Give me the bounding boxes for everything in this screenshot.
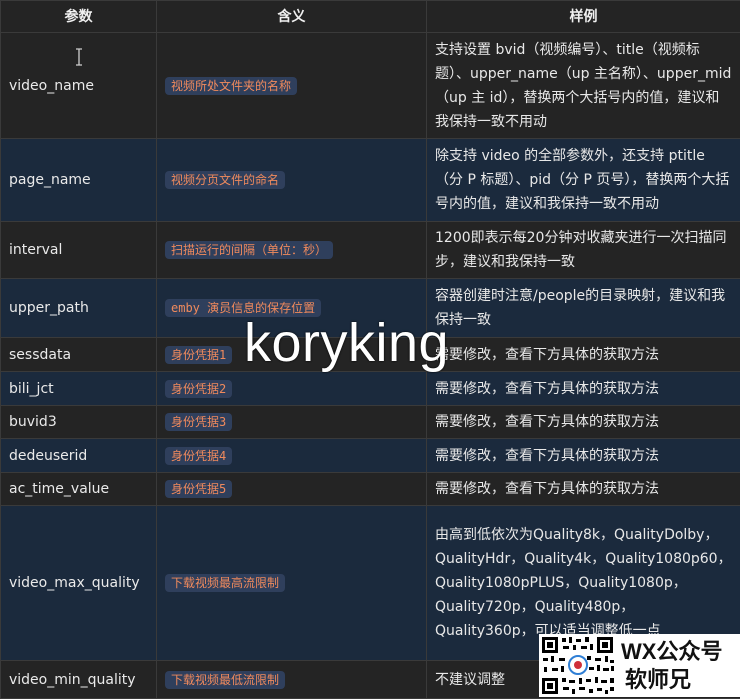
param-name: buvid3: [1, 406, 157, 439]
param-example: 支持设置 bvid（视频编号）、title（视频标题）、upper_name（u…: [427, 33, 740, 139]
param-name: video_max_quality: [1, 506, 157, 661]
table-row: video_name 视频所处文件夹的名称 支持设置 bvid（视频编号）、ti…: [1, 33, 740, 139]
text-cursor-icon: [74, 48, 84, 66]
brand-title: WX公众号: [621, 638, 740, 666]
param-example: 需要修改，查看下方具体的获取方法: [427, 406, 740, 439]
table-row: page_name 视频分页文件的命名 除支持 video 的全部参数外，还支持…: [1, 139, 740, 222]
header-meaning: 含义: [157, 1, 427, 33]
table-row: dedeuserid 身份凭据4 需要修改，查看下方具体的获取方法: [1, 439, 740, 473]
param-name: sessdata: [1, 338, 157, 372]
meaning-tag: 扫描运行的间隔（单位：秒）: [165, 241, 333, 259]
meaning-tag: 下载视频最低流限制: [165, 671, 285, 689]
brand-subtitle: 软师兄: [621, 666, 740, 694]
param-name: interval: [1, 222, 157, 279]
param-name: page_name: [1, 139, 157, 222]
table-row: ac_time_value 身份凭据5 需要修改，查看下方具体的获取方法: [1, 473, 740, 506]
qr-code-icon: [539, 634, 617, 697]
meaning-tag: 身份凭据1: [165, 346, 232, 364]
meaning-tag: 视频所处文件夹的名称: [165, 77, 297, 95]
table-row: interval 扫描运行的间隔（单位：秒） 1200即表示每20分钟对收藏夹进…: [1, 222, 740, 279]
param-example: 需要修改，查看下方具体的获取方法: [427, 338, 740, 372]
param-example: 需要修改，查看下方具体的获取方法: [427, 439, 740, 473]
params-table: 参数 含义 样例 video_name 视频所处文件夹的名称 支持设置 bvid…: [0, 0, 740, 699]
table-row: bili_jct 身份凭据2 需要修改，查看下方具体的获取方法: [1, 372, 740, 406]
meaning-tag: 下载视频最高流限制: [165, 574, 285, 592]
brand-badge: WX公众号 软师兄: [539, 634, 740, 697]
header-param: 参数: [1, 1, 157, 33]
meaning-tag: emby 演员信息的保存位置: [165, 299, 321, 317]
param-example: 1200即表示每20分钟对收藏夹进行一次扫描同步，建议和我保持一致: [427, 222, 740, 279]
meaning-tag: 身份凭据5: [165, 480, 232, 498]
param-example: 需要修改，查看下方具体的获取方法: [427, 372, 740, 406]
param-name: dedeuserid: [1, 439, 157, 473]
meaning-tag: 身份凭据3: [165, 413, 232, 431]
param-name: upper_path: [1, 279, 157, 338]
table-row: buvid3 身份凭据3 需要修改，查看下方具体的获取方法: [1, 406, 740, 439]
meaning-tag: 身份凭据2: [165, 380, 232, 398]
param-name: video_min_quality: [1, 661, 157, 699]
param-name: bili_jct: [1, 372, 157, 406]
table-row: upper_path emby 演员信息的保存位置 容器创建时注意/people…: [1, 279, 740, 338]
header-example: 样例: [427, 1, 740, 33]
meaning-tag: 视频分页文件的命名: [165, 171, 285, 189]
param-example: 除支持 video 的全部参数外，还支持 ptitle（分 P 标题）、pid（…: [427, 139, 740, 222]
param-name: ac_time_value: [1, 473, 157, 506]
param-example: 需要修改，查看下方具体的获取方法: [427, 473, 740, 506]
param-example: 容器创建时注意/people的目录映射，建议和我保持一致: [427, 279, 740, 338]
table-header-row: 参数 含义 样例: [1, 1, 740, 33]
meaning-tag: 身份凭据4: [165, 447, 232, 465]
table-row: sessdata 身份凭据1 需要修改，查看下方具体的获取方法: [1, 338, 740, 372]
